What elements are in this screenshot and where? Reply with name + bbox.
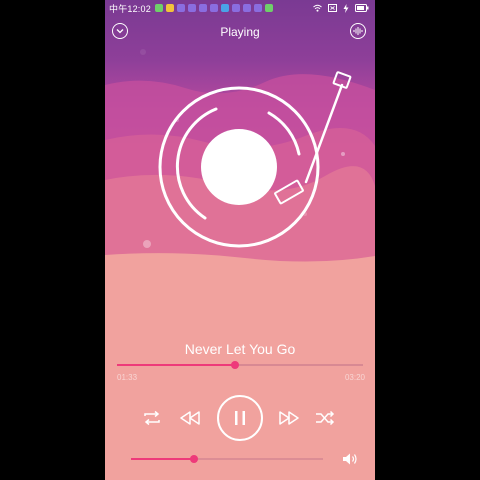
music-player-screen: 中午12:02 Playing Never Let You Go 01:33 0… bbox=[105, 0, 375, 480]
progress-fill bbox=[117, 364, 236, 366]
song-title: Never Let You Go bbox=[184, 341, 296, 357]
playback-controls bbox=[105, 395, 375, 441]
current-time: 01:33 bbox=[117, 373, 138, 382]
fast-forward-icon bbox=[279, 411, 299, 425]
volume-icon[interactable] bbox=[342, 451, 358, 467]
repeat-icon bbox=[144, 410, 160, 426]
pause-button[interactable] bbox=[217, 395, 263, 441]
total-time: 03:20 bbox=[344, 373, 365, 382]
volume-slider[interactable] bbox=[131, 455, 323, 463]
vinyl-record bbox=[158, 86, 320, 248]
next-button[interactable] bbox=[277, 406, 301, 430]
pause-icon bbox=[235, 411, 245, 425]
repeat-button[interactable] bbox=[140, 406, 164, 430]
record-label bbox=[201, 129, 277, 205]
volume-fill bbox=[131, 458, 195, 460]
shuffle-icon bbox=[316, 410, 335, 426]
rewind-icon bbox=[180, 411, 200, 425]
progress-bar[interactable] bbox=[117, 361, 363, 369]
turntable bbox=[158, 71, 352, 248]
shuffle-button[interactable] bbox=[313, 406, 337, 430]
previous-button[interactable] bbox=[178, 406, 202, 430]
